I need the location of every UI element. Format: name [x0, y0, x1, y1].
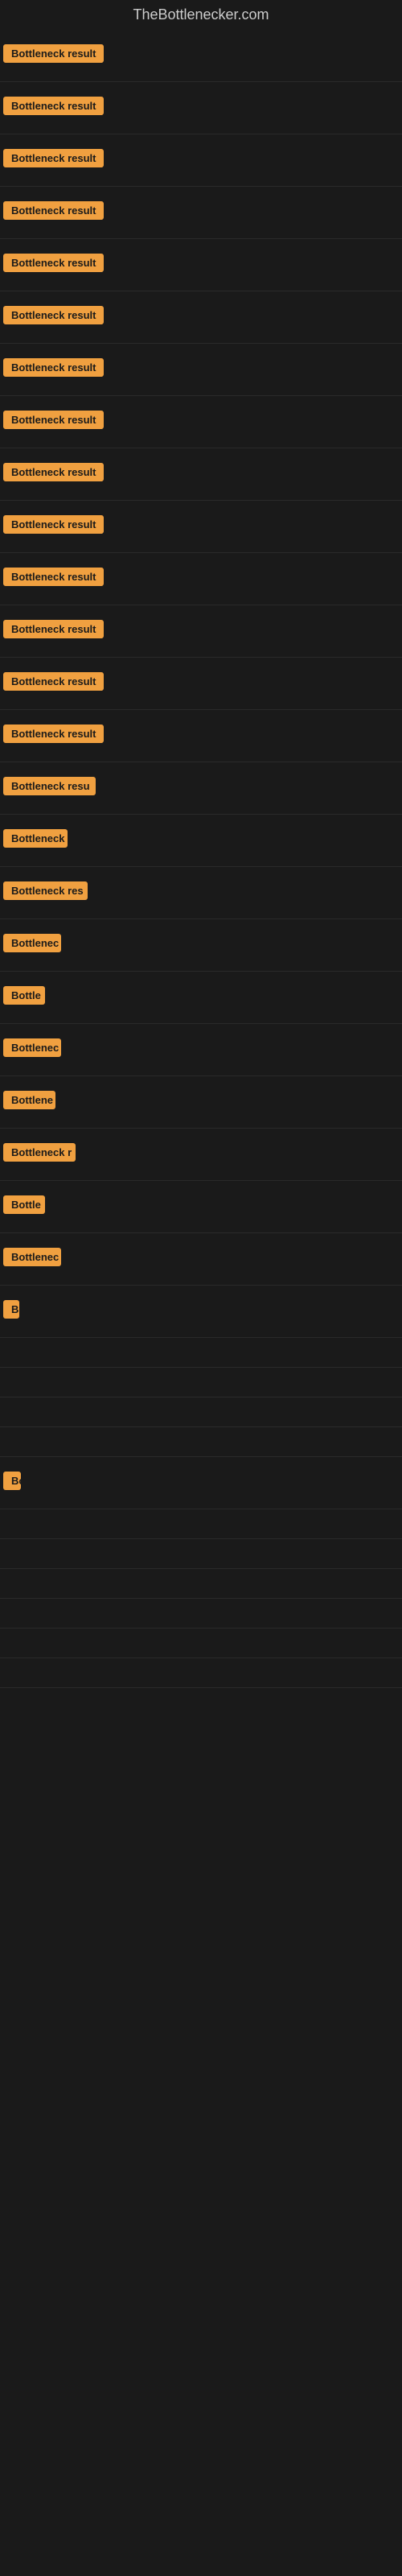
list-item: Bottleneck result	[0, 134, 402, 187]
list-item: Bottleneck result	[0, 605, 402, 658]
bottleneck-badge[interactable]: Bo	[3, 1472, 21, 1490]
list-item: Bottleneck res	[0, 867, 402, 919]
list-item: Bottleneck result	[0, 658, 402, 710]
list-item: Bottleneck result	[0, 396, 402, 448]
bottleneck-badge[interactable]: Bottleneck	[3, 829, 68, 848]
list-item: Bottleneck result	[0, 553, 402, 605]
list-item: Bottleneck result	[0, 501, 402, 553]
bottleneck-badge[interactable]: Bottleneck resu	[3, 777, 96, 795]
list-item: Bottleneck	[0, 815, 402, 867]
bottleneck-badge[interactable]: Bottlene	[3, 1091, 55, 1109]
bottleneck-badge[interactable]: Bottleneck result	[3, 97, 104, 115]
list-item	[0, 1427, 402, 1457]
bottleneck-badge[interactable]: Bottlenec	[3, 1248, 61, 1266]
bottleneck-badge[interactable]: Bottleneck result	[3, 411, 104, 429]
list-item	[0, 1338, 402, 1368]
bottleneck-badge[interactable]: Bottleneck result	[3, 724, 104, 743]
bottleneck-badge[interactable]: Bottle	[3, 986, 45, 1005]
bottleneck-badge[interactable]: Bottleneck result	[3, 620, 104, 638]
list-item	[0, 1397, 402, 1427]
bottleneck-badge[interactable]: Bottlenec	[3, 1038, 61, 1057]
bottleneck-badge[interactable]: Bottleneck result	[3, 672, 104, 691]
bottleneck-badge[interactable]: Bottleneck r	[3, 1143, 76, 1162]
list-item	[0, 1569, 402, 1599]
list-item	[0, 1658, 402, 1688]
bottleneck-badge[interactable]: Bottleneck result	[3, 149, 104, 167]
site-title: TheBottlenecker.com	[0, 0, 402, 30]
list-item	[0, 1509, 402, 1539]
list-item: Bottleneck result	[0, 344, 402, 396]
bottleneck-badge[interactable]: Bottleneck result	[3, 254, 104, 272]
list-item: Bottleneck result	[0, 291, 402, 344]
list-item	[0, 1629, 402, 1658]
list-item: Bottleneck r	[0, 1129, 402, 1181]
list-item	[0, 1599, 402, 1629]
list-item: B	[0, 1286, 402, 1338]
bottleneck-badge[interactable]: Bottleneck res	[3, 881, 88, 900]
list-item: Bottleneck result	[0, 710, 402, 762]
list-item: Bottleneck result	[0, 239, 402, 291]
bottleneck-badge[interactable]: Bottleneck result	[3, 568, 104, 586]
bottleneck-badge[interactable]: Bottle	[3, 1195, 45, 1214]
list-item: Bottlenec	[0, 1233, 402, 1286]
bottleneck-badge[interactable]: Bottleneck result	[3, 201, 104, 220]
list-item: Bottlenec	[0, 919, 402, 972]
list-item: Bottleneck result	[0, 82, 402, 134]
list-item: Bottleneck result	[0, 30, 402, 82]
list-item	[0, 1368, 402, 1397]
list-item: Bottle	[0, 1181, 402, 1233]
list-item: Bottleneck result	[0, 448, 402, 501]
bottleneck-badge[interactable]: Bottleneck result	[3, 358, 104, 377]
bottleneck-badge[interactable]: Bottleneck result	[3, 515, 104, 534]
list-item: Bottlenec	[0, 1024, 402, 1076]
list-item: Bottleneck resu	[0, 762, 402, 815]
list-item: Bottleneck result	[0, 187, 402, 239]
bottleneck-badge[interactable]: Bottleneck result	[3, 463, 104, 481]
list-item: Bo	[0, 1457, 402, 1509]
list-item: Bottlene	[0, 1076, 402, 1129]
list-item: Bottle	[0, 972, 402, 1024]
bottleneck-badge[interactable]: B	[3, 1300, 19, 1319]
list-item	[0, 1539, 402, 1569]
bottleneck-badge[interactable]: Bottleneck result	[3, 306, 104, 324]
bottleneck-badge[interactable]: Bottlenec	[3, 934, 61, 952]
bottleneck-badge[interactable]: Bottleneck result	[3, 44, 104, 63]
